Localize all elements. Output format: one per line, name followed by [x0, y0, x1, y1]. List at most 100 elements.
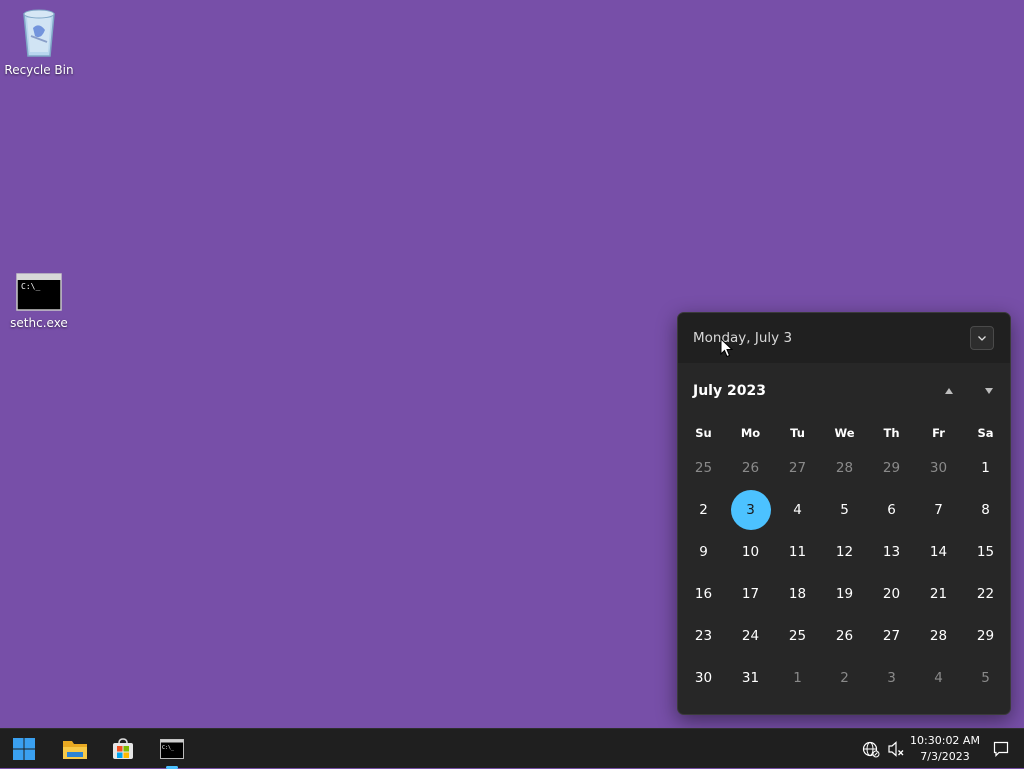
calendar-day[interactable]: 25: [774, 615, 821, 657]
calendar-day-number: 29: [976, 628, 995, 644]
calendar-day[interactable]: 28: [915, 615, 962, 657]
calendar-day[interactable]: 11: [774, 531, 821, 573]
calendar-day[interactable]: 23: [680, 615, 727, 657]
calendar-day[interactable]: 2: [680, 489, 727, 531]
calendar-day[interactable]: 3: [868, 657, 915, 699]
volume-muted-icon[interactable]: [887, 740, 905, 758]
calendar-day-number: 27: [788, 460, 807, 476]
calendar-day[interactable]: 8: [962, 489, 1009, 531]
calendar-day[interactable]: 4: [915, 657, 962, 699]
calendar-day-number: 10: [741, 544, 760, 560]
calendar-day-number: 28: [929, 628, 948, 644]
calendar-day-number: 9: [699, 544, 708, 560]
calendar-day[interactable]: 12: [821, 531, 868, 573]
file-explorer-button[interactable]: [55, 733, 95, 765]
calendar-day[interactable]: 31: [727, 657, 774, 699]
weekday-header: Mo: [740, 426, 761, 440]
calendar-day[interactable]: 28: [821, 447, 868, 489]
sethc-exe-desktop-icon[interactable]: C:\_ sethc.exe: [1, 273, 77, 330]
calendar-day-number: 24: [741, 628, 760, 644]
command-prompt-icon: C:\_: [160, 739, 184, 759]
calendar-day[interactable]: 10: [727, 531, 774, 573]
calendar-day[interactable]: 30: [680, 657, 727, 699]
calendar-day[interactable]: 9: [680, 531, 727, 573]
calendar-day[interactable]: 22: [962, 573, 1009, 615]
calendar-day[interactable]: 19: [821, 573, 868, 615]
calendar-day[interactable]: 29: [962, 615, 1009, 657]
calendar-day[interactable]: 4: [774, 489, 821, 531]
calendar-day[interactable]: 26: [821, 615, 868, 657]
calendar-day-number: 26: [835, 628, 854, 644]
calendar-day[interactable]: 26: [727, 447, 774, 489]
calendar-day[interactable]: 17: [727, 573, 774, 615]
calendar-month-header: July 2023: [678, 363, 1010, 419]
calendar-day-number: 16: [694, 586, 713, 602]
calendar-day-number: 15: [976, 544, 995, 560]
start-icon: [13, 738, 35, 760]
calendar-day-number: 8: [981, 502, 990, 518]
network-icon[interactable]: [862, 740, 880, 758]
console-app-icon: C:\_: [16, 273, 62, 314]
taskbar-clock[interactable]: 10:30:02 AM 7/3/2023: [906, 732, 984, 766]
calendar-day[interactable]: 15: [962, 531, 1009, 573]
svg-text:C:\_: C:\_: [21, 282, 40, 291]
previous-month-button[interactable]: [942, 384, 956, 398]
calendar-day-number: 12: [835, 544, 854, 560]
calendar-day[interactable]: 1: [962, 447, 1009, 489]
calendar-day-number: 2: [840, 670, 849, 686]
calendar-day[interactable]: 27: [868, 615, 915, 657]
next-month-button[interactable]: [982, 384, 996, 398]
calendar-day[interactable]: 21: [915, 573, 962, 615]
calendar-day[interactable]: 5: [821, 489, 868, 531]
calendar-day[interactable]: 27: [774, 447, 821, 489]
calendar-day-today[interactable]: 3: [727, 489, 774, 531]
microsoft-store-button[interactable]: [103, 733, 143, 765]
calendar-day-number: 4: [793, 502, 802, 518]
taskbar: C:\_ 10:30:02 AM 7/3/2023: [0, 728, 1024, 769]
calendar-day-number: 7: [934, 502, 943, 518]
start-button[interactable]: [4, 733, 44, 765]
calendar-day[interactable]: 6: [868, 489, 915, 531]
calendar-day[interactable]: 29: [868, 447, 915, 489]
calendar-day[interactable]: 20: [868, 573, 915, 615]
calendar-day-number: 17: [741, 586, 760, 602]
calendar-day-number: 23: [694, 628, 713, 644]
weekday-header: Su: [695, 426, 712, 440]
calendar-day-number: 27: [882, 628, 901, 644]
sethc-exe-label: sethc.exe: [10, 316, 68, 330]
collapse-calendar-button[interactable]: [970, 326, 994, 350]
clock-date: 7/3/2023: [920, 750, 970, 763]
calendar-day-number: 19: [835, 586, 854, 602]
calendar-grid: Su Mo Tu We Th Fr Sa 25 26 27 28 29 30 1 2 3 4 5 6 7 8 9 10 11 1…: [678, 419, 1010, 699]
calendar-day[interactable]: 24: [727, 615, 774, 657]
command-prompt-button[interactable]: C:\_: [152, 733, 192, 769]
calendar-day-number: 28: [835, 460, 854, 476]
calendar-day[interactable]: 2: [821, 657, 868, 699]
weekday-header: Fr: [932, 426, 945, 440]
calendar-day[interactable]: 16: [680, 573, 727, 615]
calendar-day[interactable]: 14: [915, 531, 962, 573]
recycle-bin-label: Recycle Bin: [4, 63, 74, 77]
calendar-day-number: 3: [730, 490, 771, 530]
notification-center-icon[interactable]: [992, 740, 1010, 758]
calendar-day[interactable]: 7: [915, 489, 962, 531]
chevron-down-icon: [978, 336, 986, 341]
calendar-day-number: 3: [887, 670, 896, 686]
calendar-day-number: 5: [840, 502, 849, 518]
recycle-bin-desktop-icon[interactable]: Recycle Bin: [1, 6, 77, 77]
calendar-day-number: 30: [929, 460, 948, 476]
calendar-day[interactable]: 13: [868, 531, 915, 573]
calendar-day[interactable]: 30: [915, 447, 962, 489]
triangle-up-icon: [945, 388, 953, 394]
calendar-day[interactable]: 25: [680, 447, 727, 489]
calendar-day-number: 6: [887, 502, 896, 518]
calendar-day-number: 13: [882, 544, 901, 560]
calendar-day[interactable]: 1: [774, 657, 821, 699]
calendar-day[interactable]: 5: [962, 657, 1009, 699]
recycle-bin-icon: [19, 6, 59, 61]
calendar-day-number: 1: [793, 670, 802, 686]
month-year-button[interactable]: July 2023: [693, 383, 766, 399]
calendar-day[interactable]: 18: [774, 573, 821, 615]
calendar-day-number: 25: [694, 460, 713, 476]
calendar-flyout: Monday, July 3 July 2023 Su Mo Tu We Th Fr Sa 2…: [677, 312, 1011, 715]
